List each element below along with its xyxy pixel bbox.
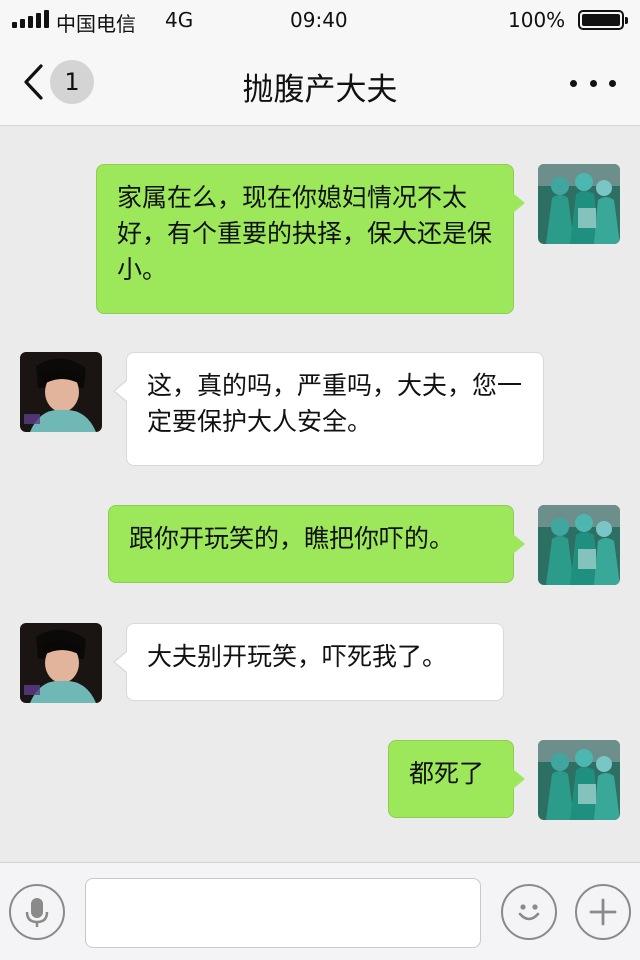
more-dots-icon[interactable] <box>570 72 616 94</box>
message-text: 这，真的吗，严重吗，大夫，您一定要保护大人安全。 <box>147 371 523 436</box>
user-avatar[interactable] <box>20 623 102 703</box>
carrier-name: 中国电信 <box>56 12 136 36</box>
message-input-bar <box>0 862 640 960</box>
message-text: 都死了 <box>409 759 485 788</box>
user-avatar[interactable] <box>20 352 102 432</box>
chat-header: 1 抛腹产大夫 <box>0 40 640 126</box>
status-bar: 中国电信 4G 09:40 100% <box>0 0 640 40</box>
network-type: 4G <box>165 8 194 32</box>
message-bubble[interactable]: 跟你开玩笑的，瞧把你吓的。 <box>108 505 525 583</box>
plus-icon[interactable] <box>575 884 631 940</box>
message-text: 家属在么，现在你媳妇情况不太好，有个重要的抉择，保大还是保小。 <box>117 183 493 284</box>
message-bubble[interactable]: 大夫别开玩笑，吓死我了。 <box>113 623 504 701</box>
message-text: 大夫别开玩笑，吓死我了。 <box>147 642 448 671</box>
signal-strength-icon <box>12 10 49 28</box>
battery-icon <box>578 10 628 30</box>
battery-percent: 100% <box>508 8 566 32</box>
smiley-icon[interactable] <box>501 884 557 940</box>
doctor-avatar[interactable] <box>538 164 620 244</box>
message-bubble[interactable]: 这，真的吗，严重吗，大夫，您一定要保护大人安全。 <box>113 352 544 466</box>
message-text: 跟你开玩笑的，瞧把你吓的。 <box>129 524 455 553</box>
doctor-avatar[interactable] <box>538 740 620 820</box>
message-list[interactable]: 家属在么，现在你媳妇情况不太好，有个重要的抉择，保大还是保小。 这，真的吗，严重… <box>0 126 640 862</box>
message-text-input[interactable] <box>85 878 481 948</box>
chat-title: 抛腹产大夫 <box>242 72 398 108</box>
status-time: 09:40 <box>290 8 348 32</box>
microphone-icon[interactable] <box>9 884 65 940</box>
message-bubble[interactable]: 家属在么，现在你媳妇情况不太好，有个重要的抉择，保大还是保小。 <box>96 164 525 314</box>
message-bubble[interactable]: 都死了 <box>388 740 525 818</box>
doctor-avatar[interactable] <box>538 505 620 585</box>
